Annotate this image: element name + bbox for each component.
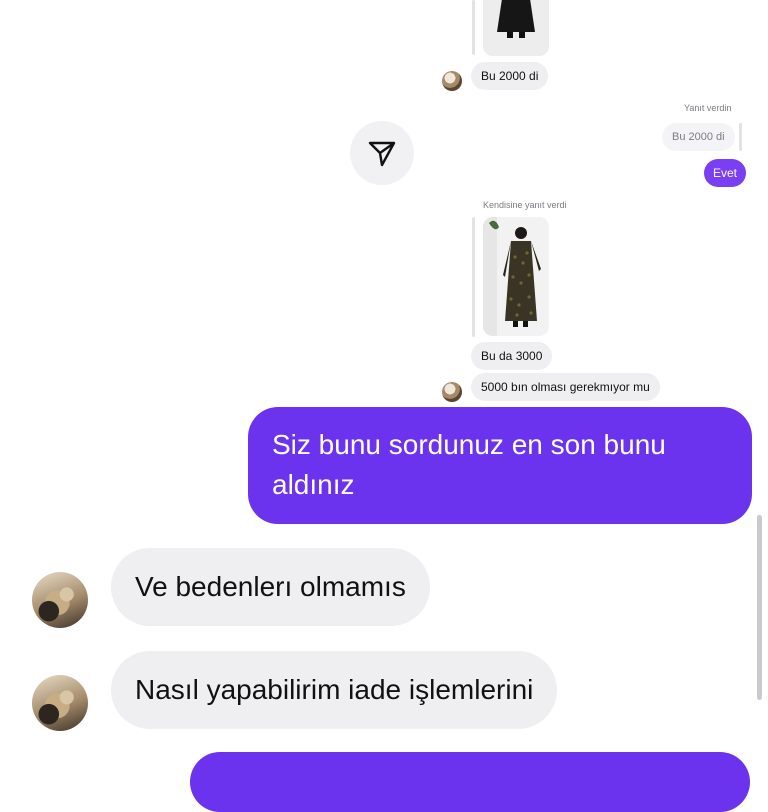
- message-text: Siz bunu sordunuz en son bunu aldınız: [272, 429, 666, 500]
- product-image: [483, 217, 549, 336]
- message-bubble-sent[interactable]: Siz bunu sordunuz en son bunu aldınız: [248, 407, 752, 524]
- product-thumbnail-patterned-dress[interactable]: [483, 217, 549, 336]
- message-text: Bu da 3000: [481, 349, 543, 363]
- message-bubble-received[interactable]: Ve bedenlerı olmamıs: [111, 548, 430, 626]
- message-bubble-sent[interactable]: [190, 752, 750, 812]
- reply-label: Kendisine yanıt verdi: [483, 200, 567, 210]
- avatar[interactable]: [32, 572, 88, 628]
- message-text: Nasıl yapabilirim iade işlemlerini: [135, 674, 534, 705]
- message-text: Evet: [713, 166, 738, 180]
- message-bubble-received[interactable]: Bu da 3000: [471, 342, 553, 370]
- avatar[interactable]: [442, 71, 462, 91]
- message-text: Ve bedenlerı olmamıs: [135, 571, 406, 602]
- reply-indicator-bar: [739, 123, 742, 151]
- avatar[interactable]: [32, 675, 88, 731]
- share-button[interactable]: [350, 121, 414, 185]
- message-bubble-sent[interactable]: Evet: [704, 159, 747, 187]
- product-thumbnail-black-dress[interactable]: [483, 0, 549, 56]
- product-image: [483, 0, 549, 56]
- reply-label: Yanıt verdin: [684, 103, 732, 113]
- message-bubble-received[interactable]: Nasıl yapabilirim iade işlemlerini: [111, 651, 558, 729]
- message-bubble-received[interactable]: 5000 bın olması gerekmıyor mu: [471, 373, 660, 401]
- paper-plane-icon: [368, 141, 396, 167]
- reply-indicator-bar: [472, 0, 475, 55]
- scrollbar[interactable]: [757, 515, 762, 700]
- quoted-message-text: Bu 2000 di: [672, 131, 725, 143]
- quoted-message-bubble[interactable]: Bu 2000 di: [662, 123, 735, 151]
- message-bubble-received[interactable]: Bu 2000 di: [471, 62, 549, 90]
- message-text: 5000 bın olması gerekmıyor mu: [481, 380, 650, 394]
- reply-indicator-bar: [472, 217, 475, 337]
- avatar[interactable]: [442, 382, 462, 402]
- message-text: Bu 2000 di: [481, 69, 539, 83]
